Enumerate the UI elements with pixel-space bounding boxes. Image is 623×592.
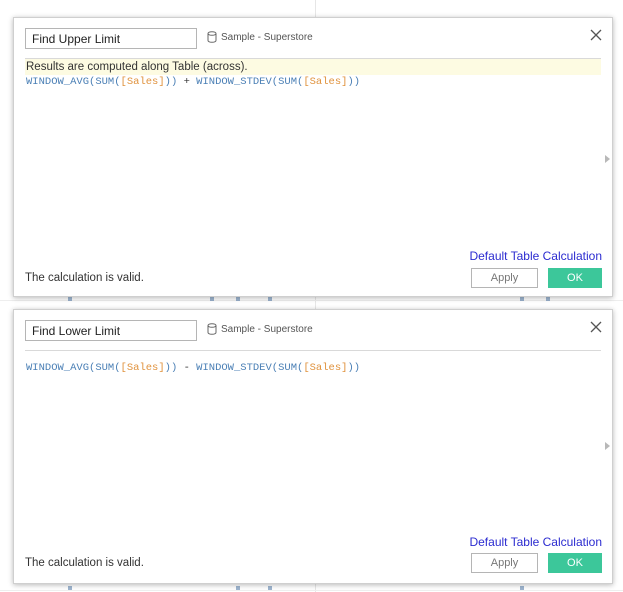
formula-field: [Sales] bbox=[120, 362, 165, 374]
worksheet-gridline bbox=[0, 590, 623, 591]
worksheet-mark bbox=[546, 297, 550, 301]
formula-paren: )) bbox=[164, 362, 178, 374]
formula-editor[interactable]: WINDOW_AVG(SUM([Sales])) + WINDOW_STDEV(… bbox=[26, 75, 360, 89]
worksheet-mark bbox=[68, 586, 72, 590]
default-table-calculation-link[interactable]: Default Table Calculation bbox=[469, 249, 602, 263]
close-button[interactable] bbox=[588, 319, 604, 335]
formula-editor[interactable]: WINDOW_AVG(SUM([Sales])) - WINDOW_STDEV(… bbox=[26, 361, 360, 375]
formula-function: WINDOW_AVG bbox=[26, 362, 90, 374]
formula-operator: + bbox=[177, 76, 197, 88]
worksheet-mark bbox=[268, 297, 272, 301]
worksheet-mark bbox=[520, 297, 524, 301]
formula-function: WINDOW_AVG bbox=[26, 76, 90, 88]
formula-function: SUM bbox=[278, 362, 298, 374]
expand-panel-arrow-icon[interactable] bbox=[605, 442, 610, 450]
data-source-name: Sample - Superstore bbox=[221, 323, 313, 335]
data-source-name: Sample - Superstore bbox=[221, 31, 313, 43]
header-divider bbox=[25, 350, 601, 351]
formula-paren: )) bbox=[347, 362, 361, 374]
calculation-name-input[interactable] bbox=[25, 28, 197, 49]
formula-function: SUM bbox=[278, 76, 298, 88]
worksheet-mark bbox=[520, 586, 524, 590]
worksheet-mark bbox=[236, 586, 240, 590]
formula-field: [Sales] bbox=[303, 76, 348, 88]
worksheet-mark bbox=[236, 297, 240, 301]
close-icon bbox=[590, 321, 602, 333]
worksheet-gridline bbox=[0, 300, 623, 301]
formula-field: [Sales] bbox=[303, 362, 348, 374]
ok-button[interactable]: OK bbox=[548, 553, 602, 573]
apply-button[interactable]: Apply bbox=[471, 268, 538, 288]
formula-function: SUM bbox=[95, 362, 115, 374]
worksheet-mark bbox=[210, 297, 214, 301]
info-message: Results are computed along Table (across… bbox=[25, 59, 601, 75]
data-source-label: Sample - Superstore bbox=[207, 323, 313, 335]
calculation-dialog-lower: Sample - Superstore WINDOW_AVG(SUM([Sale… bbox=[13, 309, 613, 584]
close-icon bbox=[590, 29, 602, 41]
formula-function: WINDOW_STDEV bbox=[196, 362, 272, 374]
formula-field: [Sales] bbox=[120, 76, 165, 88]
formula-function: SUM bbox=[95, 76, 115, 88]
formula-paren: )) bbox=[347, 76, 361, 88]
worksheet-mark bbox=[268, 586, 272, 590]
apply-button[interactable]: Apply bbox=[471, 553, 538, 573]
validation-status: The calculation is valid. bbox=[25, 557, 144, 569]
worksheet-mark bbox=[68, 297, 72, 301]
close-button[interactable] bbox=[588, 27, 604, 43]
calculation-name-input[interactable] bbox=[25, 320, 197, 341]
ok-button[interactable]: OK bbox=[548, 268, 602, 288]
validation-status: The calculation is valid. bbox=[25, 272, 144, 284]
calculation-dialog-upper: Sample - Superstore Results are computed… bbox=[13, 17, 613, 297]
formula-paren: )) bbox=[164, 76, 178, 88]
data-source-label: Sample - Superstore bbox=[207, 31, 313, 43]
formula-function: WINDOW_STDEV bbox=[196, 76, 272, 88]
database-icon bbox=[207, 323, 217, 335]
expand-panel-arrow-icon[interactable] bbox=[605, 155, 610, 163]
default-table-calculation-link[interactable]: Default Table Calculation bbox=[469, 535, 602, 549]
formula-operator: - bbox=[177, 362, 197, 374]
database-icon bbox=[207, 31, 217, 43]
